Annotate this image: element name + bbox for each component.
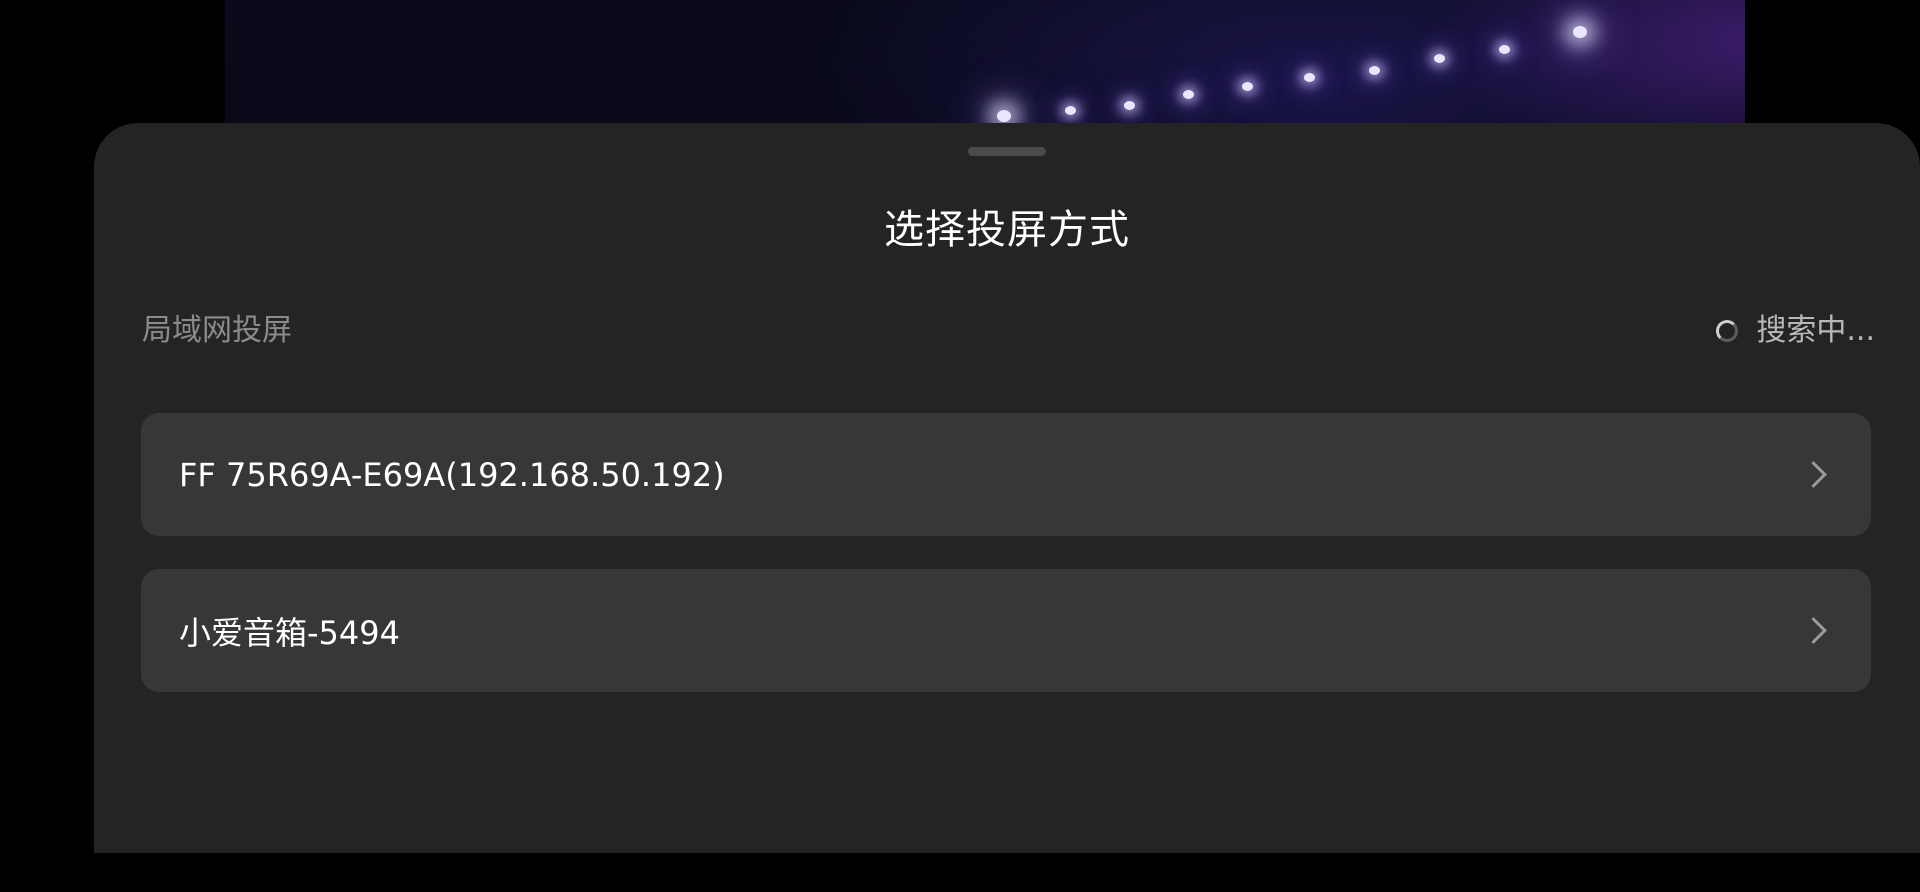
stage-light (1304, 73, 1315, 82)
section-label-lan-cast: 局域网投屏 (142, 313, 292, 348)
sheet-title: 选择投屏方式 (884, 207, 1130, 253)
chevron-right-icon (1800, 617, 1827, 644)
stage-light (1183, 90, 1194, 99)
device-name: 小爱音箱-5494 (179, 613, 400, 652)
stage-light (1369, 66, 1380, 75)
stage-light (1499, 45, 1510, 54)
stage-light (1242, 82, 1253, 91)
device-item[interactable]: FF 75R69A-E69A(192.168.50.192) (141, 413, 1871, 536)
stage-light (997, 110, 1011, 122)
device-item[interactable]: 小爱音箱-5494 (141, 569, 1871, 692)
drag-handle[interactable] (968, 147, 1046, 156)
stage-light (1065, 106, 1076, 115)
cast-method-bottom-sheet: 选择投屏方式 局域网投屏 搜索中... FF 75R69A-E69A(192.1… (94, 123, 1920, 853)
chevron-right-icon (1800, 461, 1827, 488)
stage-light (1124, 101, 1135, 110)
device-name: FF 75R69A-E69A(192.168.50.192) (179, 455, 725, 494)
stage-light (1573, 26, 1587, 38)
search-status: 搜索中... (1716, 311, 1875, 351)
stage-light (1434, 54, 1445, 63)
search-status-text: 搜索中... (1756, 313, 1875, 348)
loading-spinner-icon (1716, 320, 1739, 342)
screen: 选择投屏方式 局域网投屏 搜索中... FF 75R69A-E69A(192.1… (0, 0, 1920, 892)
